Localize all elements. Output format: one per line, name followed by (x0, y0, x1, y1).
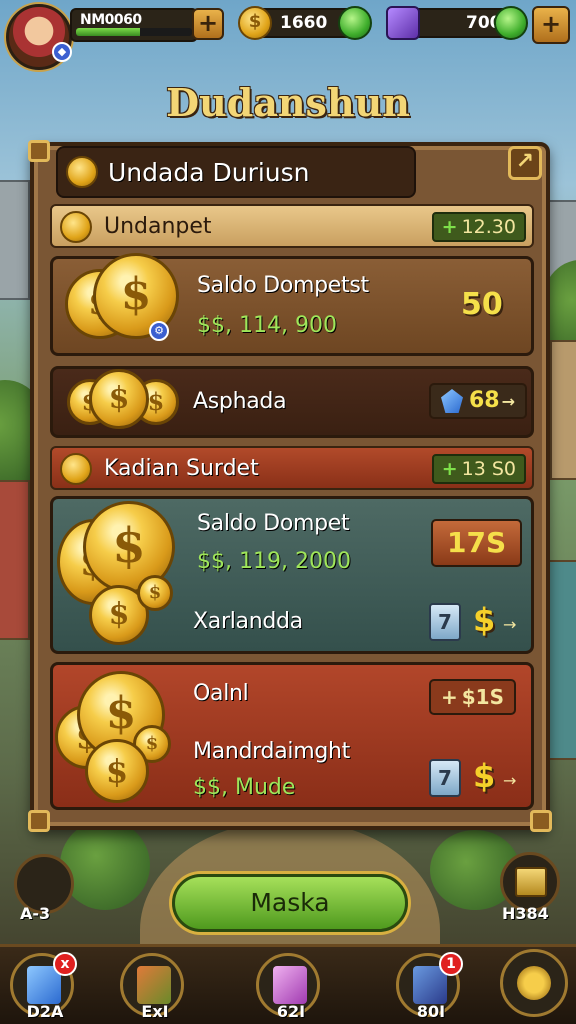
green-gem-icon (338, 6, 372, 40)
panel-corner (28, 140, 50, 162)
dollar-icon: $ (473, 601, 496, 639)
pink-cube-icon (273, 966, 307, 1004)
section-label: Kadian Surdet (104, 456, 259, 481)
house (548, 560, 576, 760)
nav-label: 80I (416, 1002, 446, 1021)
panel-corner (530, 810, 552, 832)
player-name-plate: NM0060 (70, 8, 198, 42)
card-value: $1S (461, 685, 505, 709)
card-sublabel: Xarlandda (193, 609, 303, 634)
card-value: 50 (461, 287, 503, 322)
bottom-nav: D2A x ExI 62I 80I 1 (0, 944, 576, 1024)
coin-value: 1660 (280, 13, 328, 33)
cube-button[interactable]: 7 (429, 603, 461, 641)
add-gems-button[interactable]: + (532, 6, 570, 44)
key-icon (517, 966, 551, 1000)
nav-label: 62I (276, 1002, 306, 1021)
top-hud: ◆ NM0060 + $ 1660 700 + (0, 0, 576, 80)
card-value-box[interactable]: + $1S (429, 679, 517, 715)
player-name: NM0060 (80, 12, 142, 28)
block-icon (137, 966, 171, 1004)
coin-icon (66, 156, 98, 188)
card-label: Asphada (193, 389, 287, 414)
chest-icon (386, 6, 420, 40)
castle-tower (0, 180, 30, 300)
nav-item-crafting[interactable]: ExI (120, 953, 184, 1021)
section-tag[interactable]: +12.30 (431, 212, 526, 242)
card-label: Oalnl (193, 681, 249, 706)
panel-corner (28, 810, 50, 832)
card-value-box[interactable]: 17S (431, 519, 523, 567)
screen-title: Dudanshun (166, 80, 410, 125)
close-icon[interactable]: ↗ (508, 146, 542, 180)
value-plus: + (441, 685, 458, 709)
card-label-secondary: Mandrdaimght (193, 739, 350, 764)
savings-card[interactable]: $ $ $ $ Saldo Dompet $$, 119, 2000 17S X… (50, 496, 534, 654)
xp-fill (76, 28, 140, 36)
nav-item-shop[interactable]: 62I (256, 953, 320, 1021)
panel-header: Undada Duriusn (56, 146, 416, 198)
nav-item-inventory[interactable]: D2A x (10, 952, 77, 1021)
card-label: Saldo Dompetst (197, 273, 369, 298)
info-badge-icon: ⚙ (149, 321, 169, 341)
card-value: 68 (469, 388, 500, 413)
arrow-icon: → (503, 615, 517, 634)
wallet-panel: Undada Duriusn ↗ Undanpet +12.30 $ $ ⚙ S… (28, 140, 552, 832)
arrow-icon: → (501, 392, 516, 411)
main-action-button[interactable]: Maska (172, 874, 408, 932)
section-tag[interactable]: +13 S0 (431, 454, 526, 484)
tag-plus: + (441, 216, 458, 238)
panel-header-title: Undada Duriusn (108, 158, 310, 187)
tag-plus: + (441, 458, 458, 480)
card-value-box[interactable]: 68 → (429, 383, 528, 419)
coin-icon: $ (238, 6, 272, 40)
card-money: $$, 114, 900 (197, 313, 337, 338)
house (0, 480, 30, 640)
xp-bar (76, 28, 192, 36)
card-label: Saldo Dompet (197, 511, 350, 536)
character-button-label: A-3 (20, 904, 51, 923)
gem-counter: 700 (386, 6, 528, 40)
card-money: $$, 119, 2000 (197, 549, 351, 574)
section-strip-wallet: Undanpet +12.30 (50, 204, 534, 248)
arrow-icon: → (503, 771, 517, 790)
dollar-icon: $ (473, 757, 496, 795)
notification-badge: x (53, 952, 77, 976)
notification-badge: 1 (439, 952, 463, 976)
tag-value: 12.30 (461, 216, 516, 238)
crate-button-label: H384 (502, 904, 549, 923)
coin-icon (60, 453, 92, 485)
green-gem-icon (494, 6, 528, 40)
crate-button[interactable] (500, 852, 560, 912)
section-label: Undanpet (104, 214, 212, 239)
nav-label: ExI (141, 1002, 169, 1021)
reward-card[interactable]: $ $ $ $ Oalnl Mandrdaimght $$, Mude +$1S… (50, 662, 534, 810)
crate-icon (515, 867, 547, 897)
avatar-level-badge: ◆ (52, 42, 72, 62)
coin-stack-icon: $ (137, 575, 173, 611)
coin-counter: $ 1660 (238, 6, 372, 40)
nav-item-storage[interactable]: 80I 1 (396, 952, 463, 1021)
coin-icon (60, 211, 92, 243)
card-money: $$, Mude (193, 775, 296, 800)
asphada-card[interactable]: $ $ $ Asphada 68→ (50, 366, 534, 438)
nav-label: D2A (26, 1002, 64, 1021)
add-xp-button[interactable]: + (192, 8, 224, 40)
blue-gem-icon (441, 389, 463, 413)
coin-stack-icon: $ (85, 739, 149, 803)
wallet-card[interactable]: $ $ ⚙ Saldo Dompetst $$, 114, 900 50 (50, 253, 534, 356)
coin-stack-icon: $ (89, 369, 149, 429)
section-strip-savings: Kadian Surdet +13 S0 (50, 446, 534, 490)
nav-item-keys[interactable] (500, 949, 568, 1017)
cube-button[interactable]: 7 (429, 759, 461, 797)
house (550, 340, 576, 480)
tag-value: 13 S0 (461, 458, 516, 480)
bush (60, 820, 150, 910)
